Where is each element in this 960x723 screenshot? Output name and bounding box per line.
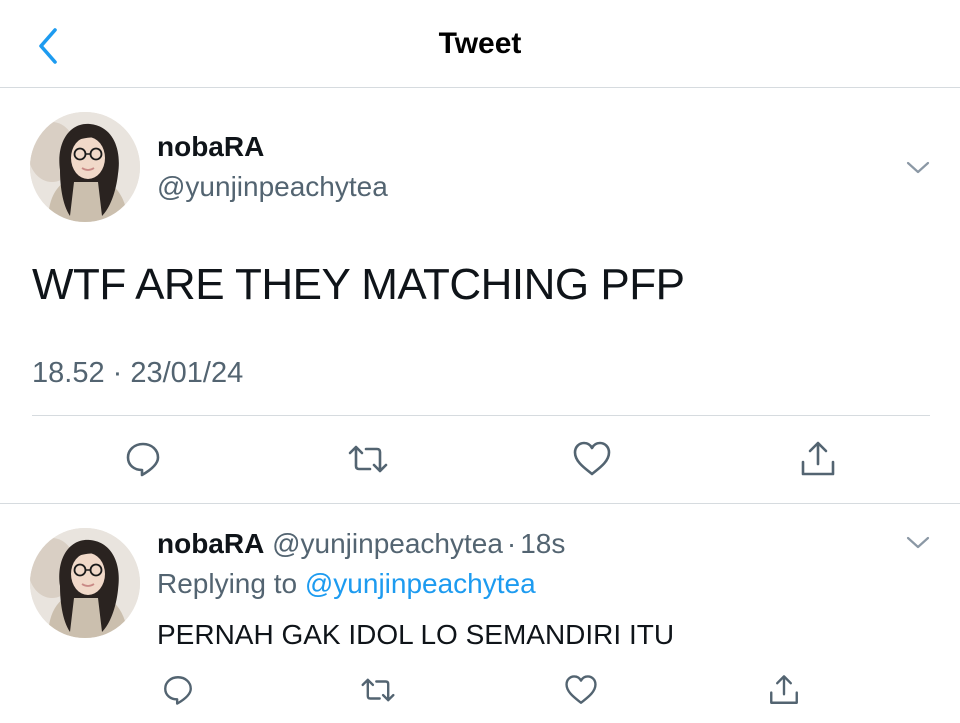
chevron-down-icon bbox=[906, 161, 930, 174]
retweet-button[interactable] bbox=[356, 668, 400, 712]
reply-icon bbox=[164, 676, 192, 705]
share-button[interactable] bbox=[762, 668, 806, 712]
display-name[interactable]: nobaRA bbox=[157, 528, 264, 559]
tweet-time[interactable]: 18s bbox=[520, 528, 565, 559]
share-button[interactable] bbox=[796, 437, 840, 481]
page-title: Tweet bbox=[438, 27, 522, 60]
replying-to-label: Replying to bbox=[157, 568, 298, 599]
retweet-icon bbox=[348, 445, 388, 473]
user-handle[interactable]: @yunjinpeachytea bbox=[272, 528, 503, 559]
retweet-button[interactable] bbox=[346, 437, 390, 481]
replying-to-handle[interactable]: @yunjinpeachytea bbox=[305, 568, 536, 599]
user-handle[interactable]: @yunjinpeachytea bbox=[157, 170, 388, 204]
reply-button[interactable] bbox=[156, 668, 200, 712]
reply-header: nobaRA @yunjinpeachytea · 18s bbox=[157, 526, 565, 562]
replying-to: Replying to @yunjinpeachytea bbox=[157, 566, 536, 602]
chevron-left-icon bbox=[39, 28, 57, 64]
reply-button[interactable] bbox=[121, 437, 165, 481]
tweet-detail-page: Tweet nobaRA @yunjinpeachytea WTF ARE TH… bbox=[0, 0, 960, 723]
like-button[interactable] bbox=[559, 668, 603, 712]
more-options-button[interactable] bbox=[902, 156, 934, 180]
tweet-text: PERNAH GAK IDOL LO SEMANDIRI ITU bbox=[157, 619, 675, 650]
avatar[interactable] bbox=[30, 528, 140, 638]
top-bar: Tweet bbox=[0, 0, 960, 88]
divider bbox=[0, 503, 960, 504]
share-icon bbox=[801, 441, 835, 476]
share-icon bbox=[770, 675, 798, 704]
heart-icon bbox=[573, 441, 611, 476]
tweet-timestamp[interactable]: 18.52 · 23/01/24 bbox=[32, 355, 243, 391]
more-options-button[interactable] bbox=[902, 531, 934, 555]
like-button[interactable] bbox=[570, 437, 614, 481]
display-name[interactable]: nobaRA bbox=[157, 130, 264, 164]
separator-dot: · bbox=[506, 528, 517, 559]
tweet-text: WTF ARE THEY MATCHING PFP bbox=[32, 260, 685, 309]
back-button[interactable] bbox=[28, 24, 68, 68]
chevron-down-icon bbox=[906, 536, 930, 549]
avatar[interactable] bbox=[30, 112, 140, 222]
divider bbox=[32, 415, 930, 416]
retweet-icon bbox=[361, 678, 395, 702]
reply-icon bbox=[126, 442, 160, 477]
heart-icon bbox=[565, 675, 597, 704]
